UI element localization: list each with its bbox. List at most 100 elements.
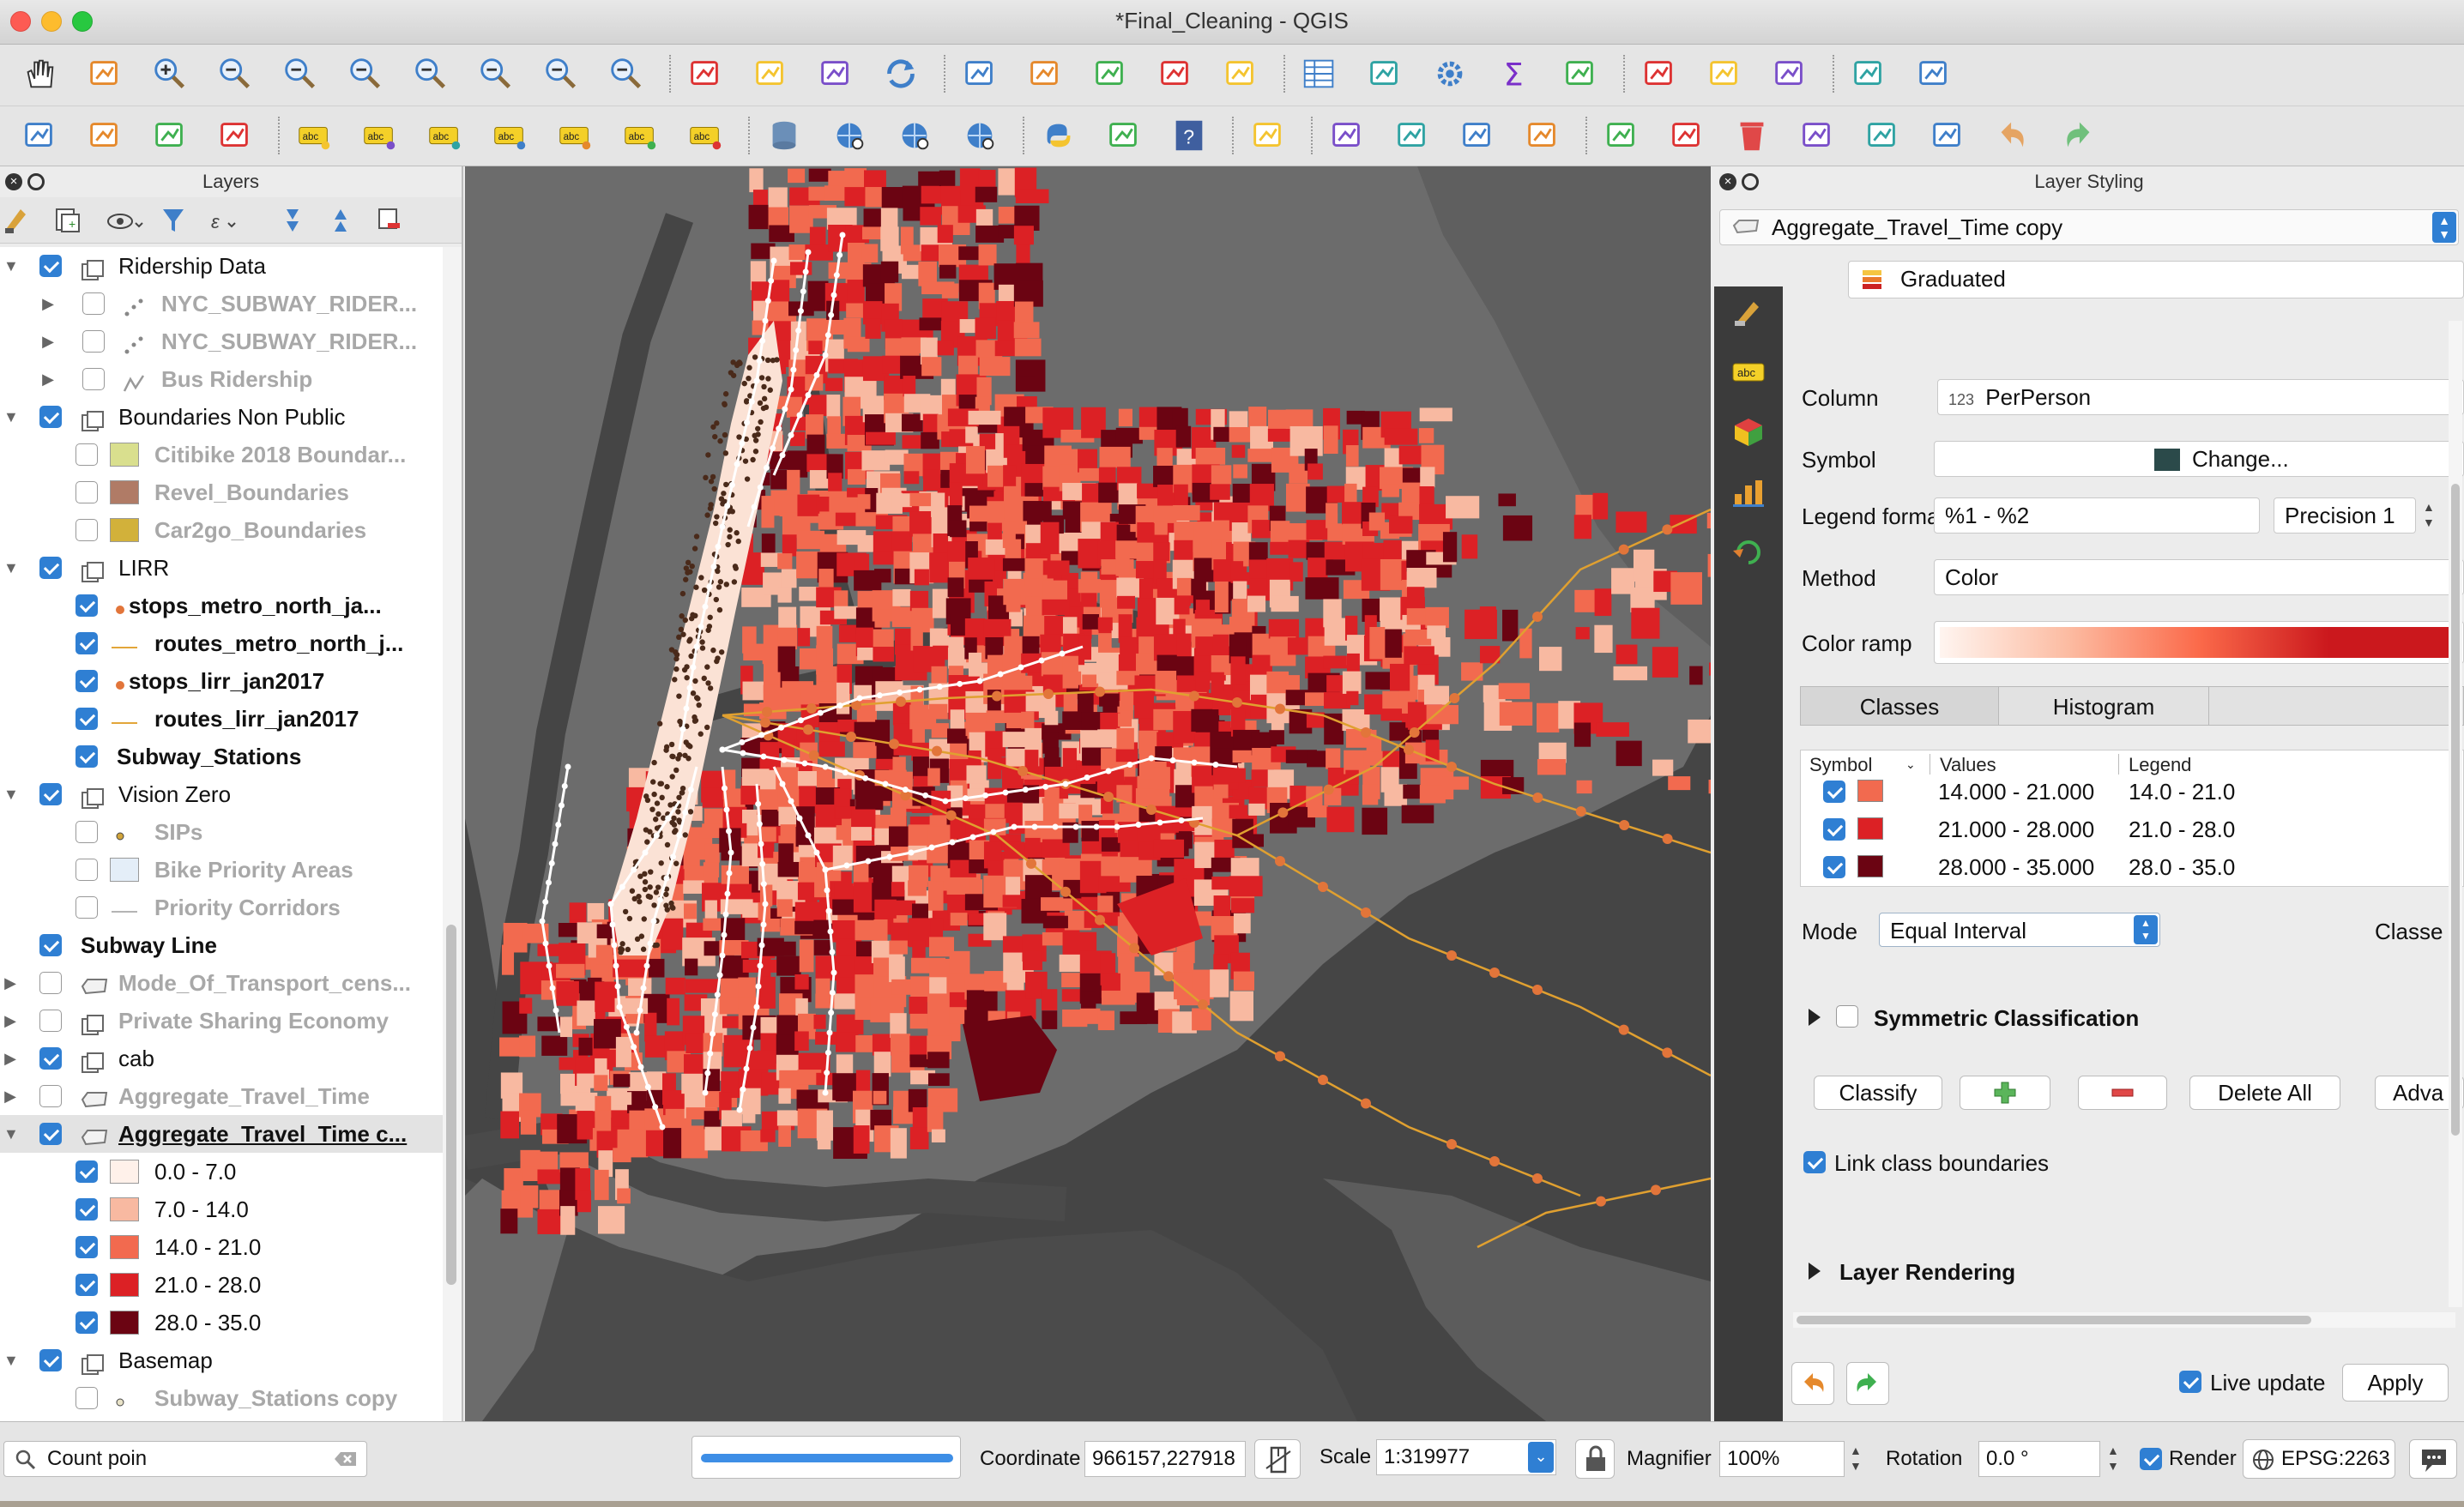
renderer-select[interactable]: Graduated (1848, 261, 2464, 298)
zoom-full-icon[interactable] (345, 53, 386, 94)
layer-visibility-checkbox[interactable] (75, 896, 98, 919)
toolbar-handle[interactable] (1623, 55, 1628, 93)
layer-tree-item[interactable]: SIPs (0, 813, 446, 851)
layer-visibility-checkbox[interactable] (39, 934, 62, 956)
remove-class-button[interactable] (2078, 1076, 2167, 1110)
classify-button[interactable]: Classify (1814, 1076, 1942, 1110)
layer-visibility-checkbox[interactable] (82, 292, 105, 315)
statistics-sigma-icon[interactable]: Σ (1495, 53, 1536, 94)
expand-arrow-icon[interactable]: ▶ (41, 285, 55, 322)
class-row[interactable]: 14.000 - 21.000 14.0 - 21.0 (1801, 773, 2463, 811)
link-boundaries-checkbox[interactable] (1803, 1151, 1826, 1173)
horizontal-scrollbar-thumb[interactable] (1797, 1316, 2311, 1324)
delete-selected-icon[interactable] (1731, 115, 1773, 156)
layer-visibility-checkbox[interactable] (82, 330, 105, 353)
collapse-arrow-icon[interactable]: ▼ (3, 398, 19, 436)
clear-search-icon[interactable] (334, 1450, 358, 1468)
layer-visibility-checkbox[interactable] (75, 821, 98, 843)
layer-tree-item[interactable]: 28.0 - 35.0 (0, 1304, 446, 1341)
toolbar-handle[interactable] (1585, 117, 1591, 154)
symbology-brush-icon[interactable] (1731, 295, 1766, 329)
processing-gear-icon[interactable] (1429, 53, 1471, 94)
rotation-spinbox[interactable]: 0.0 ° (1978, 1441, 2100, 1477)
identify-globe-icon[interactable] (959, 115, 1000, 156)
layer-tree-item[interactable]: stops_metro_north_ja... (0, 587, 446, 624)
vertex-edit-icon[interactable] (1601, 115, 1642, 156)
close-panel-icon[interactable]: × (5, 173, 22, 190)
edit-pencil-icon[interactable] (1326, 115, 1368, 156)
collapse-arrow-icon[interactable]: ▼ (3, 1341, 19, 1379)
text-annotation-icon[interactable] (1704, 53, 1745, 94)
legend-format-input[interactable]: %1 - %2 (1934, 497, 2260, 533)
help-icon[interactable]: ? (1169, 115, 1210, 156)
vertical-scrollbar-thumb[interactable] (2451, 484, 2460, 1136)
layer-visibility-checkbox[interactable] (39, 255, 62, 277)
layer-tree-item[interactable]: routes_metro_north_j... (0, 624, 446, 662)
pan-hand-icon[interactable] (19, 53, 60, 94)
toolbar-handle[interactable] (1283, 55, 1289, 93)
class-legend[interactable]: 28.0 - 35.0 (2129, 848, 2235, 886)
column-select[interactable]: 123 PerPerson (1937, 379, 2464, 415)
layer-visibility-checkbox[interactable] (75, 594, 98, 617)
layer-tree-item[interactable]: ▼ Ridership Data (0, 247, 446, 285)
scale-select[interactable]: 1:319977 ⌄ (1376, 1439, 1556, 1475)
field-calculator-icon[interactable] (1364, 53, 1405, 94)
digitize-icon[interactable] (149, 115, 190, 156)
show-bookmarks-icon[interactable] (750, 53, 791, 94)
expand-arrow-icon[interactable]: ▶ (41, 322, 55, 360)
class-checkbox[interactable] (1823, 818, 1845, 841)
map-render[interactable] (465, 166, 1711, 1421)
layer-select[interactable]: Aggregate_Travel_Time copy ▲ ▼ (1719, 209, 2459, 245)
class-checkbox[interactable] (1823, 856, 1845, 878)
plugin-icon[interactable] (1848, 53, 1889, 94)
layer-tree-item[interactable]: ▼ Aggregate_Travel_Time c... (0, 1115, 446, 1153)
map-layer-icon[interactable] (1103, 115, 1144, 156)
modify-attributes-icon[interactable] (1666, 115, 1707, 156)
expand-arrow-icon[interactable]: ▶ (3, 1040, 17, 1077)
diagrams-icon[interactable] (1731, 475, 1766, 509)
map-canvas[interactable] (465, 166, 1711, 1421)
layer-visibility-checkbox[interactable] (39, 1123, 62, 1145)
layer-visibility-checkbox[interactable] (75, 1387, 98, 1409)
layer-visibility-checkbox[interactable] (75, 1236, 98, 1258)
remove-layer-icon[interactable] (378, 208, 400, 229)
classes-table[interactable]: Symbol ⌄ Values Legend 14.000 - 21.000 1… (1800, 750, 2464, 887)
apply-button[interactable]: Apply (2342, 1364, 2449, 1402)
label-toolbar-icon[interactable]: abc (685, 115, 726, 156)
copy-icon[interactable] (1862, 115, 1903, 156)
float-panel-icon[interactable] (27, 173, 45, 190)
toolbar-handle[interactable] (1311, 117, 1316, 154)
layer-visibility-checkbox[interactable] (75, 632, 98, 654)
collapse-arrow-icon[interactable]: ▼ (3, 1115, 19, 1153)
class-legend[interactable]: 14.0 - 21.0 (2129, 773, 2235, 811)
collapse-arrow-icon[interactable]: ▼ (3, 247, 19, 285)
layer-tree-item[interactable]: 7.0 - 14.0 (0, 1191, 446, 1228)
zoom-last-icon[interactable] (541, 53, 582, 94)
vertical-scrollbar[interactable] (2449, 321, 2462, 1307)
coordinate-field[interactable]: 966157,227918 (1084, 1441, 1246, 1477)
layer-visibility-checkbox[interactable] (75, 1198, 98, 1221)
layer-tree-item[interactable]: Subway_Stations copy (0, 1379, 446, 1417)
toolbar-handle[interactable] (669, 55, 674, 93)
refresh-icon[interactable] (880, 53, 921, 94)
add-class-button[interactable] (1960, 1076, 2050, 1110)
layer-tree-item[interactable]: Subway_Stations (0, 738, 446, 775)
save-edits-icon[interactable] (1457, 115, 1498, 156)
redo-icon[interactable] (2057, 115, 2099, 156)
class-symbol-swatch[interactable] (1857, 817, 1883, 840)
layer-visibility-checkbox[interactable] (39, 1010, 62, 1032)
layer-select-stepper[interactable]: ▲ ▼ (2432, 212, 2456, 243)
zoom-in-icon[interactable] (149, 53, 190, 94)
zoom-native-icon[interactable] (280, 53, 321, 94)
symbol-button[interactable]: Change... (1934, 441, 2464, 477)
live-update-checkbox[interactable] (2179, 1371, 2201, 1393)
toolbar-handle[interactable] (1023, 117, 1028, 154)
select-by-value-icon[interactable] (1155, 53, 1196, 94)
layer-visibility-checkbox[interactable] (39, 406, 62, 428)
toolbar-handle[interactable] (748, 117, 753, 154)
map-tips-icon[interactable] (1639, 53, 1680, 94)
python-icon[interactable] (1038, 115, 1079, 156)
layer-visibility-checkbox[interactable] (39, 1349, 62, 1371)
toolbar-handle[interactable] (944, 55, 949, 93)
manage-visibility-icon[interactable] (107, 214, 143, 229)
